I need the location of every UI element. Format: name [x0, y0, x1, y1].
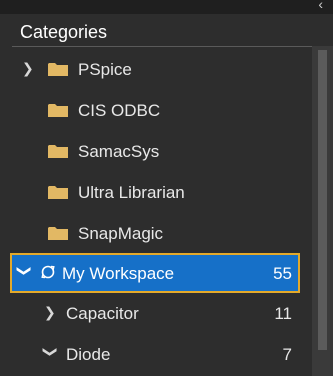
category-label: My Workspace: [62, 264, 175, 283]
folder-icon: [48, 186, 68, 199]
chevron-down-icon[interactable]: ❯: [17, 265, 33, 279]
category-label: SamacSys: [78, 142, 160, 161]
folder-icon: [48, 227, 68, 240]
item-count-badge: 55: [273, 264, 292, 283]
category-item-cis-odbc[interactable]: CIS ODBC: [14, 91, 312, 131]
category-item-my-workspace[interactable]: ❯ My Workspace 55: [10, 253, 300, 293]
item-count-badge: 7: [282, 345, 292, 364]
categories-panel: ‹ Categories ❯ PSpice CIS ODBC SamacSys …: [0, 0, 333, 376]
category-item-pspice[interactable]: ❯ PSpice: [14, 50, 312, 90]
chevron-down-icon[interactable]: ❯: [43, 346, 59, 360]
category-label: PSpice: [78, 60, 132, 79]
chevron-right-icon[interactable]: ❯: [22, 60, 36, 76]
category-item-diode[interactable]: ❯ Diode 7: [14, 335, 312, 375]
category-label: Capacitor: [66, 304, 139, 323]
category-label: Ultra Librarian: [78, 183, 185, 202]
collapse-panel-icon[interactable]: ‹: [318, 0, 323, 11]
category-label: CIS ODBC: [78, 101, 161, 120]
folder-icon: [48, 104, 68, 117]
category-item-capacitor[interactable]: ❯ Capacitor 11: [14, 294, 312, 334]
category-item-samacsys[interactable]: SamacSys: [14, 132, 312, 172]
folder-icon: [48, 63, 68, 76]
folder-icon: [48, 145, 68, 158]
category-item-snapmagic[interactable]: SnapMagic: [14, 214, 312, 254]
chevron-right-icon[interactable]: ❯: [44, 304, 58, 320]
category-label: Diode: [66, 345, 111, 364]
sync-icon: [41, 265, 55, 279]
scrollbar-thumb[interactable]: [318, 50, 327, 350]
panel-title: Categories: [20, 22, 108, 42]
category-label: SnapMagic: [78, 224, 164, 243]
item-count-badge: 11: [274, 304, 292, 323]
panel-top-bar: ‹: [0, 0, 333, 14]
header-divider: [12, 46, 312, 47]
category-item-ultra-librarian[interactable]: Ultra Librarian: [14, 173, 312, 213]
